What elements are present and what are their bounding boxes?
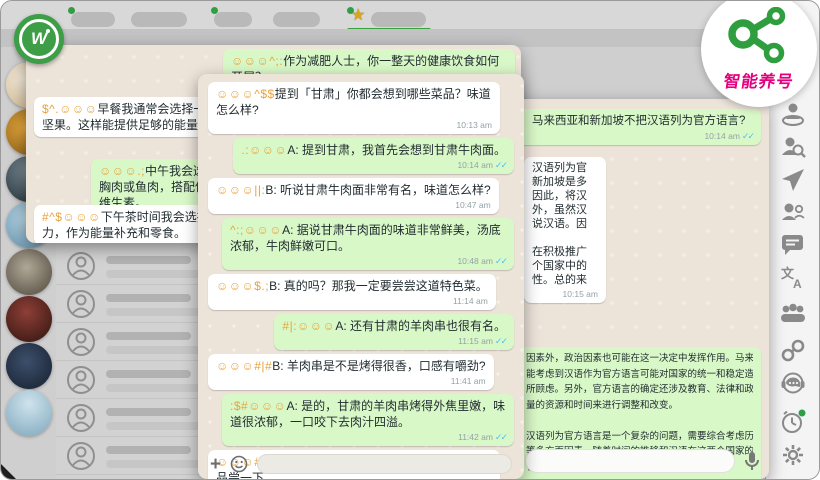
chat-bubble-received: ☺☺☺||:B: 听说甘肃牛肉面非常有名，味道怎么样?10:47 am [208,178,499,214]
tab-3-status-dot [211,7,218,14]
person-placeholder-icon [66,403,96,433]
support-icon[interactable] [780,371,808,397]
chat-bubble-received: 汉语列为官 新加坡是多 因此，将汉 外，虽然汉 说汉语。因 在积极推广 个国家中… [524,157,606,303]
chat-bubble-sent: ^:;☺☺☺A: 据说甘肃牛肉面的味道非常鲜美，汤底浓郁，牛肉鲜嫩可口。10:4… [222,218,514,270]
read-ticks-icon: ✓✓ [742,131,753,141]
message-meta: 10:15 am [532,289,598,299]
schedule-clock-icon[interactable] [780,408,808,436]
app-screen: ★ ☺☺☺^;:作为减肥人士，你一整天的健康饮食如何开展？ $^.☺☺☺早餐我通… [0,0,820,480]
read-ticks-icon: ✓✓ [742,477,753,479]
message-input[interactable] [525,449,735,473]
online-dot [799,410,806,417]
corner-wedge [1,464,16,479]
chat-bubble-received: ☺☺☺#|#B: 羊肉串是不是烤得很香，口感有嚼劲?11:41 am [208,354,494,390]
search-contact-icon[interactable] [780,134,806,160]
avatar[interactable] [6,249,52,295]
badge-label: 智能养号 [699,68,818,92]
smart-nurture-badge: 智能养号 [701,0,817,107]
tab-3[interactable] [214,12,252,27]
status-person-icon[interactable] [780,101,806,127]
message-input[interactable] [257,454,512,474]
person-placeholder-icon [66,365,96,395]
read-ticks-icon: ✓✓ [495,432,506,442]
emoji-icon[interactable] [230,455,248,473]
logo-letter: W [31,29,47,49]
read-ticks-icon: ✓✓ [495,336,506,346]
chat-bubble-received: ☺☺☺^$$提到「甘肃」你都会想到哪些菜品？味道怎么样?10:13 am [208,82,500,134]
tab-bar: ★ [1,1,767,29]
chat-bubble-received: ☺☺☺$.;B: 真的吗？那我一定要尝尝这道特色菜。11:14 am [208,274,496,310]
chat-icon[interactable] [780,232,806,258]
person-placeholder-icon [66,327,96,357]
person-placeholder-icon [66,441,96,471]
whatsapp-logo: W [14,14,64,64]
avatar[interactable] [6,296,52,342]
tab-1-status-dot [68,7,75,14]
share-network-icon [726,7,792,65]
settings-gear-icon[interactable] [780,442,806,468]
svg-text:A: A [793,277,802,290]
chat-bubble-sent: .:☺☺☺A: 提到甘肃，我首先会想到甘肃牛肉面。10:14 am✓✓ [233,138,514,174]
tab-1[interactable] [71,12,115,27]
chat-bubble-sent: #|:☺☺☺A: 还有甘肃的羊肉串也很有名。11:15 am✓✓ [274,314,514,350]
group-icon[interactable] [780,301,806,327]
message-meta: 10:56 am✓✓ [526,477,753,479]
avatar[interactable] [6,390,52,436]
read-ticks-icon: ✓✓ [495,160,506,170]
chat-window-gansu[interactable]: ☺☺☺^$$提到「甘肃」你都会想到哪些菜品？味道怎么样?10:13 am .:☺… [198,74,524,479]
tab-5-active[interactable] [371,12,426,27]
read-ticks-icon: ✓✓ [495,256,506,266]
compose-bar: + [198,449,524,479]
chat-bubble-sent: :$#☺☺☺A: 是的，甘肃的羊肉串烤得外焦里嫩，味道很浓郁，一口咬下去肉汁四溢… [222,394,514,446]
attach-plus-icon[interactable]: + [210,455,221,474]
link-icon[interactable] [780,338,806,364]
translate-icon[interactable]: 文A [780,264,806,290]
send-icon[interactable] [780,167,806,193]
message-list: ☺☺☺^$$提到「甘肃」你都会想到哪些菜品？味道怎么样?10:13 am .:☺… [198,74,524,479]
chat-bubble-sent: 马来西亚和新加坡不把汉语列为官方语言? 10:14 am✓✓ [524,109,761,145]
message-meta: 10:14 am✓✓ [532,131,753,141]
tab-4[interactable] [273,12,320,27]
tab-2[interactable] [131,12,187,27]
mic-icon[interactable] [744,451,760,471]
avatar[interactable] [6,343,52,389]
person-placeholder-icon [66,251,96,281]
person-placeholder-icon [66,289,96,319]
contacts-icon[interactable] [780,200,806,226]
tab-5-status-dot [347,7,354,14]
